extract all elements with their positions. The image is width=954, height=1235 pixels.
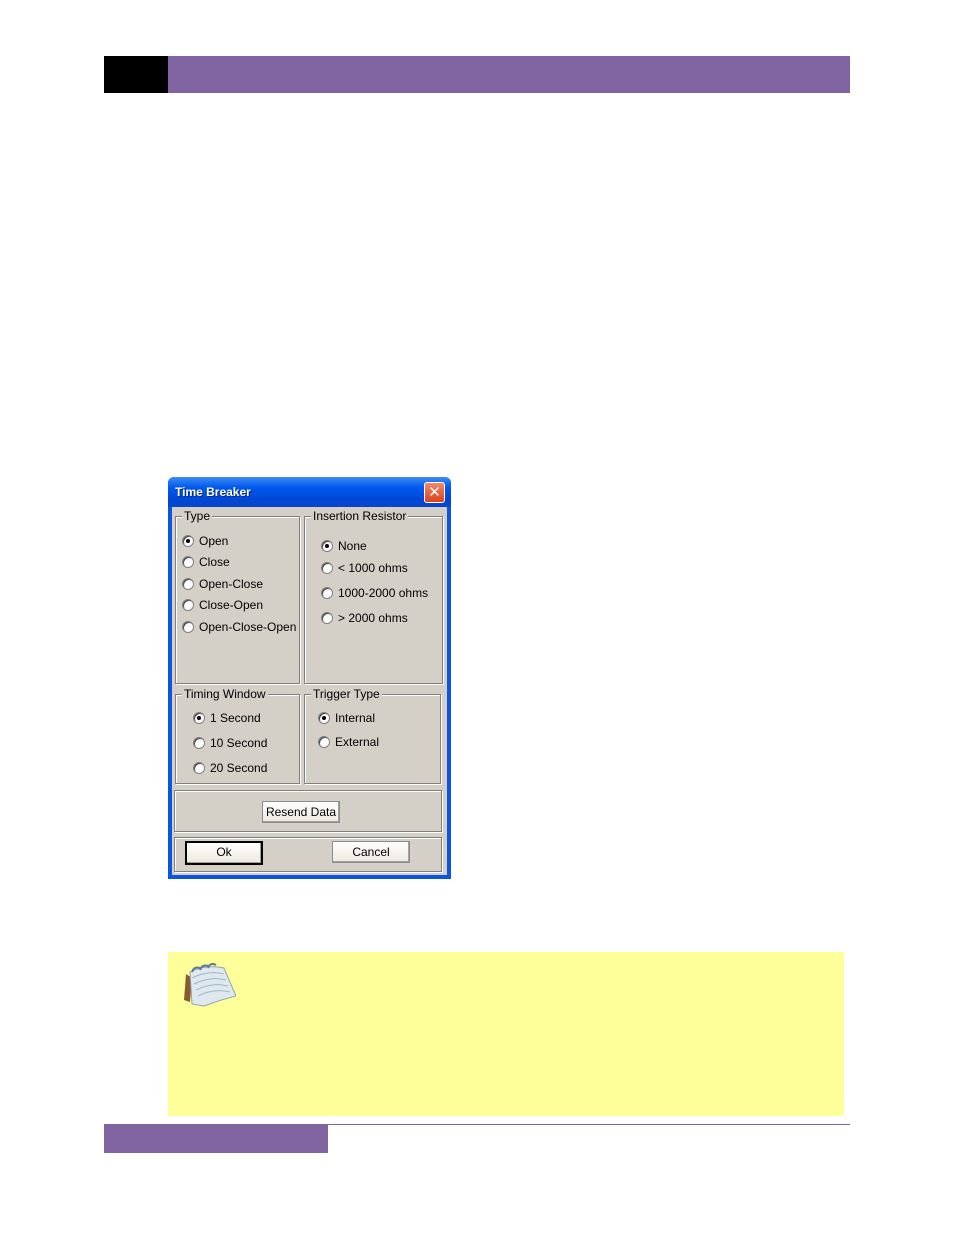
notepad-icon <box>180 960 237 1012</box>
dialog-title: Time Breaker <box>175 485 251 499</box>
radio-label: Close <box>199 555 230 569</box>
close-icon: ✕ <box>428 483 441 501</box>
trigger-type-group-label: Trigger Type <box>311 686 382 702</box>
radio-button[interactable] <box>318 712 330 724</box>
insertion-resistor-group: Insertion Resistor None < 1000 ohms 1000… <box>304 508 443 684</box>
header-purple-bar <box>168 56 850 93</box>
radio-type-open-close[interactable]: Open-Close <box>182 576 263 592</box>
radio-label: < 1000 ohms <box>338 561 408 575</box>
radio-button[interactable] <box>193 762 205 774</box>
radio-button[interactable] <box>182 621 194 633</box>
radio-label: 1 Second <box>210 711 261 725</box>
radio-button[interactable] <box>193 737 205 749</box>
radio-button[interactable] <box>321 562 333 574</box>
radio-resistor-1000-2000[interactable]: 1000-2000 ohms <box>321 585 428 601</box>
radio-timing-20-second[interactable]: 20 Second <box>193 760 267 776</box>
button-panel: Ok Cancel <box>174 837 442 872</box>
radio-button[interactable] <box>321 612 333 624</box>
radio-type-open[interactable]: Open <box>182 533 228 549</box>
cancel-button[interactable]: Cancel <box>332 841 410 863</box>
radio-button[interactable] <box>182 535 194 547</box>
radio-type-open-close-open[interactable]: Open-Close-Open <box>182 619 296 635</box>
note-box <box>168 952 844 1116</box>
close-button[interactable]: ✕ <box>424 482 445 503</box>
radio-label: 10 Second <box>210 736 268 750</box>
timing-window-group: Timing Window 1 Second 10 Second 20 Seco… <box>175 686 300 784</box>
footer-rule <box>328 1124 850 1125</box>
timing-window-group-label: Timing Window <box>182 686 268 702</box>
radio-timing-1-second[interactable]: 1 Second <box>193 710 261 726</box>
radio-label: Open <box>199 534 229 548</box>
radio-label: Open-Close-Open <box>199 620 297 634</box>
time-breaker-dialog: Time Breaker ✕ Type Open Close Open-Clos… <box>168 477 451 879</box>
radio-button[interactable] <box>193 712 205 724</box>
radio-label: None <box>338 539 367 553</box>
footer-purple-bar <box>104 1124 328 1153</box>
radio-button[interactable] <box>321 587 333 599</box>
header-black-block <box>104 56 168 93</box>
radio-button[interactable] <box>321 540 333 552</box>
radio-label: Open-Close <box>199 577 264 591</box>
radio-resistor-none[interactable]: None <box>321 538 367 554</box>
radio-label: 1000-2000 ohms <box>338 586 429 600</box>
radio-trigger-external[interactable]: External <box>318 734 379 750</box>
radio-type-close-open[interactable]: Close-Open <box>182 597 263 613</box>
radio-label: 20 Second <box>210 761 268 775</box>
radio-button[interactable] <box>182 578 194 590</box>
radio-resistor-gt-2000[interactable]: > 2000 ohms <box>321 610 408 626</box>
trigger-type-group: Trigger Type Internal External <box>304 686 441 784</box>
dialog-titlebar[interactable]: Time Breaker ✕ <box>168 477 451 507</box>
radio-button[interactable] <box>318 736 330 748</box>
resend-panel: Resend Data <box>174 790 442 832</box>
ok-button[interactable]: Ok <box>185 841 263 865</box>
radio-type-close[interactable]: Close <box>182 554 230 570</box>
radio-label: > 2000 ohms <box>338 611 408 625</box>
radio-label: Internal <box>335 711 376 725</box>
resend-data-button[interactable]: Resend Data <box>262 801 340 823</box>
radio-button[interactable] <box>182 599 194 611</box>
type-group-label: Type <box>182 508 213 524</box>
radio-label: Close-Open <box>199 598 264 612</box>
dialog-client-area: Type Open Close Open-Close Close-Open Op… <box>172 507 447 875</box>
radio-resistor-lt-1000[interactable]: < 1000 ohms <box>321 560 408 576</box>
type-group: Type Open Close Open-Close Close-Open Op… <box>175 508 300 684</box>
radio-trigger-internal[interactable]: Internal <box>318 710 375 726</box>
radio-timing-10-second[interactable]: 10 Second <box>193 735 267 751</box>
insertion-resistor-group-label: Insertion Resistor <box>311 508 409 524</box>
radio-button[interactable] <box>182 556 194 568</box>
radio-label: External <box>335 735 380 749</box>
